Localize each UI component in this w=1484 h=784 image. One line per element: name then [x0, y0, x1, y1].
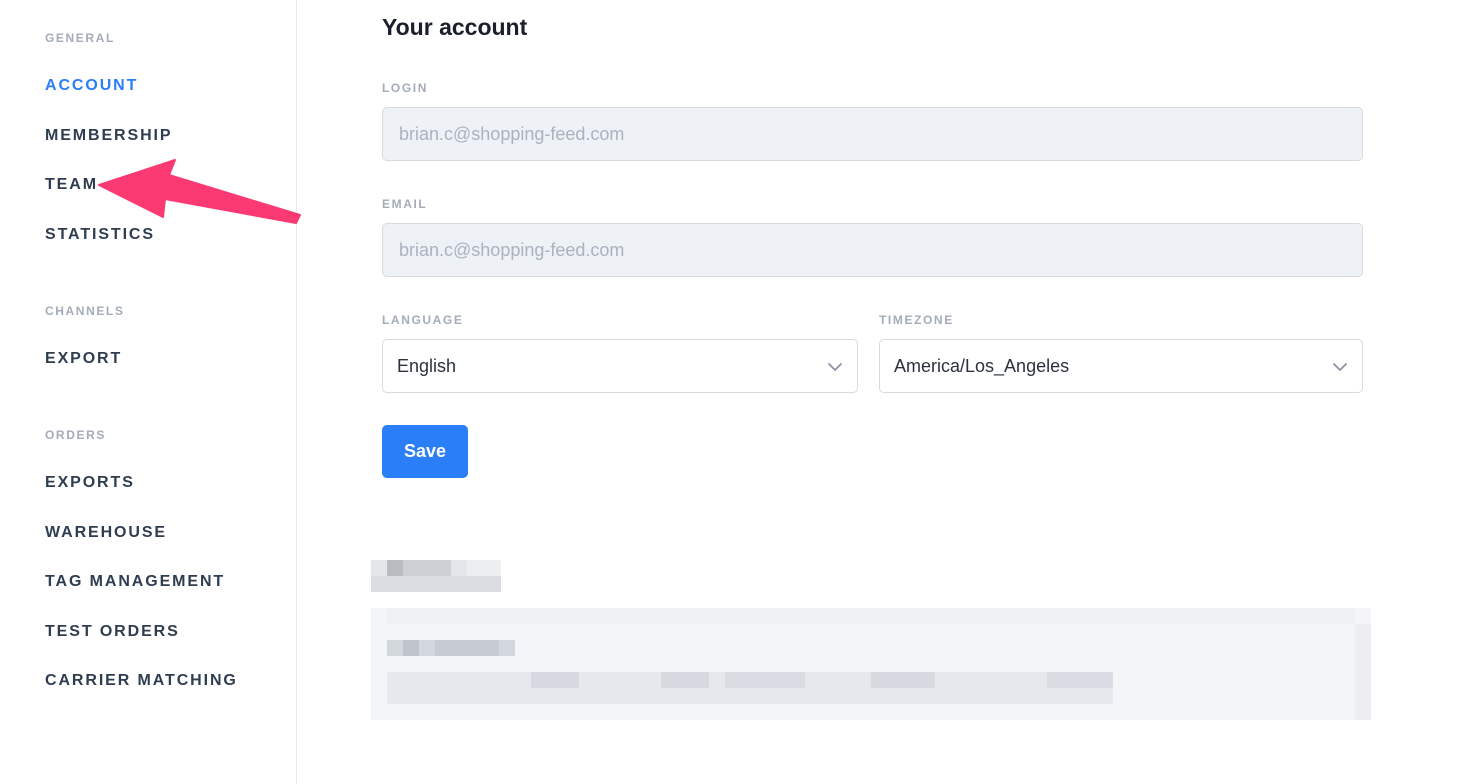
sidebar-item-exports[interactable]: EXPORTS [45, 474, 135, 492]
sidebar-item-test-orders[interactable]: TEST ORDERS [45, 623, 180, 641]
chevron-down-icon [1333, 363, 1347, 371]
login-field: brian.c@shopping-feed.com [382, 107, 1363, 161]
timezone-label: TIMEZONE [879, 313, 954, 327]
settings-sidebar: GENERAL ACCOUNT MEMBERSHIP TEAM STATISTI… [0, 0, 297, 784]
timezone-select-value: America/Los_Angeles [894, 355, 1070, 376]
save-button[interactable]: Save [382, 425, 468, 478]
sidebar-item-team[interactable]: TEAM [45, 176, 98, 194]
sidebar-group-channels: CHANNELS [45, 304, 125, 318]
login-label: LOGIN [382, 81, 428, 95]
sidebar-item-account[interactable]: ACCOUNT [45, 77, 138, 95]
sidebar-item-export[interactable]: EXPORT [45, 350, 122, 368]
sidebar-group-orders: ORDERS [45, 428, 106, 442]
email-label: EMAIL [382, 197, 428, 211]
page-title: Your account [382, 14, 528, 40]
language-select-value: English [397, 355, 457, 376]
sidebar-group-general: GENERAL [45, 31, 115, 45]
email-field: brian.c@shopping-feed.com [382, 223, 1363, 277]
chevron-down-icon [828, 363, 842, 371]
redacted-block [371, 608, 1371, 720]
sidebar-item-membership[interactable]: MEMBERSHIP [45, 127, 172, 145]
language-label: LANGUAGE [382, 313, 464, 327]
sidebar-item-tag-management[interactable]: TAG MANAGEMENT [45, 573, 225, 591]
sidebar-item-warehouse[interactable]: WAREHOUSE [45, 524, 167, 542]
arrow-annotation-icon [98, 159, 301, 224]
account-panel: Your account LOGIN brian.c@shopping-feed… [297, 0, 1484, 784]
sidebar-item-carrier-matching[interactable]: CARRIER MATCHING [45, 672, 238, 690]
redacted-heading [371, 560, 501, 592]
timezone-select[interactable]: America/Los_Angeles [879, 339, 1363, 393]
language-select[interactable]: English [382, 339, 858, 393]
